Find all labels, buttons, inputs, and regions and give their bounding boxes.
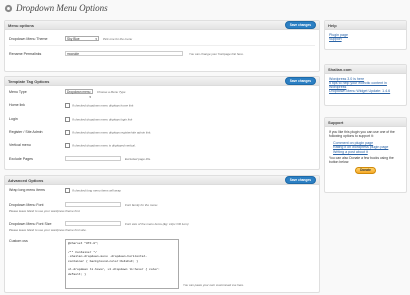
shailan-heading: Shailan.com xyxy=(328,66,352,72)
permalinks-label: Rename Permalinks xyxy=(9,52,42,56)
menu-type-label: Menu Type xyxy=(9,90,27,94)
support-option-link[interactable]: Writing a post about it xyxy=(333,150,402,154)
news-link[interactable]: 5 tips to help your eclectic content in … xyxy=(329,81,402,89)
vertical-label: Vertical menu xyxy=(9,143,31,147)
exclude-hint: Excluded page IDs. xyxy=(125,157,152,161)
support-box: Support If you like this plugin you can … xyxy=(324,117,407,193)
donate-text: You can also Donate a few bucks using th… xyxy=(329,156,394,165)
exclude-input[interactable] xyxy=(65,156,121,161)
page-title: Dropdown Menu Options xyxy=(16,3,108,13)
home-link-checkbox[interactable] xyxy=(65,103,70,108)
save-button[interactable]: Save changes xyxy=(284,176,316,184)
font-size-input[interactable] xyxy=(65,221,121,226)
theme-select[interactable]: Sky Blue ▾ xyxy=(65,36,99,41)
theme-hint: Pick one for the menu xyxy=(103,37,133,41)
exclude-label: Exclude Pages xyxy=(9,157,33,161)
font-label: Dropdown Menu Font xyxy=(9,203,44,207)
save-button[interactable]: Save changes xyxy=(284,77,316,85)
help-box: Help Plugin page Support xyxy=(324,20,407,50)
font-input[interactable] xyxy=(65,202,121,207)
template-options-panel: Template Tag Options Save changes Menu T… xyxy=(4,76,320,170)
wrap-label: Wrap long menu items xyxy=(9,188,45,192)
support-heading: Support xyxy=(328,119,344,125)
register-checkbox[interactable] xyxy=(65,130,70,135)
news-link[interactable]: Dropdown Menu Widget Update: 1.4.6 xyxy=(329,89,402,93)
permalinks-input[interactable]: mooside xyxy=(65,51,183,56)
home-link-label: Home link xyxy=(9,103,25,107)
font-size-help: Please leave blank to use your wordpress… xyxy=(9,228,87,232)
panel-heading: Menu options xyxy=(8,22,34,28)
page-header: Dropdown Menu Options xyxy=(4,3,108,13)
font-size-label: Dropdown Menu Font Size xyxy=(9,222,52,226)
font-help: Please leave blank to use your wordpress… xyxy=(9,209,81,213)
register-label: Register / Site Admin xyxy=(9,130,43,134)
panel-heading: Template Tag Options xyxy=(8,78,50,84)
theme-label: Dropdown Menu Theme xyxy=(9,37,48,41)
login-checkbox[interactable] xyxy=(65,117,70,122)
save-button[interactable]: Save changes xyxy=(284,21,316,29)
settings-icon xyxy=(4,4,13,12)
support-link[interactable]: Support xyxy=(329,37,402,41)
panel-heading: Advanced Options xyxy=(8,177,44,183)
custom-css-textarea[interactable]: @charset "UTF-8"; /** Container */ .shai… xyxy=(65,239,179,289)
advanced-options-panel: Advanced Options Save changes Wrap long … xyxy=(4,175,320,293)
shailan-box: Shailan.com Wordpress 3.0 is here 5 tips… xyxy=(324,64,407,106)
css-hint: You can paste your own customised css he… xyxy=(183,283,245,287)
font-size-hint: Font size of the menu items (Eg: 12px OR… xyxy=(125,222,189,226)
font-hint: Font family for the menu. xyxy=(125,203,159,207)
donate-button[interactable]: Donate xyxy=(355,166,376,175)
vertical-checkbox[interactable] xyxy=(65,143,70,148)
help-heading: Help xyxy=(328,22,337,28)
menu-type-hint: Choose a Menu Type xyxy=(97,90,126,94)
wrap-checkbox[interactable] xyxy=(65,188,70,193)
css-label: Custom css xyxy=(9,239,28,243)
support-intro: If you like this plugin you can use one … xyxy=(329,130,395,139)
menu-type-select[interactable]: Dropdown menu ▾ xyxy=(65,89,93,99)
menu-options-panel: Menu options Save changes Dropdown Menu … xyxy=(4,20,320,72)
permalinks-hint: You can change your frontpage link here. xyxy=(189,52,244,56)
login-label: Login xyxy=(9,117,18,121)
